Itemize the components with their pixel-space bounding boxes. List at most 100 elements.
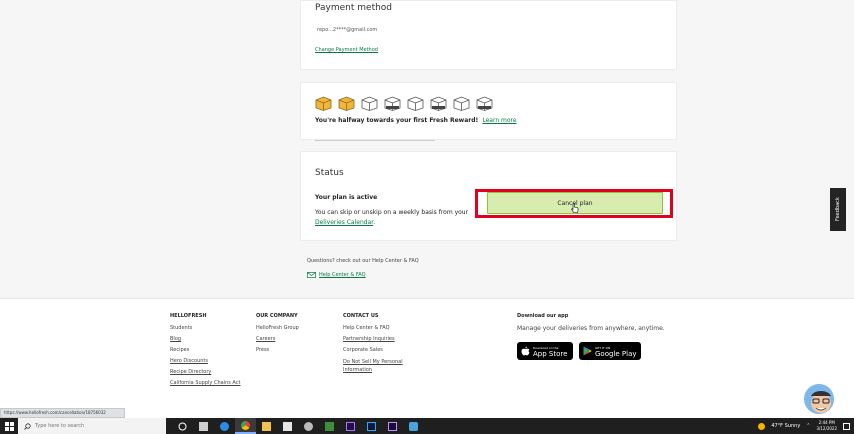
footer-link[interactable]: Corporate Sales — [343, 347, 413, 353]
taskbar-clock[interactable]: 2:44 PM 3/12/2022 — [816, 420, 837, 432]
plan-description: You can skip or unskip on a weekly basis… — [315, 208, 485, 228]
taskbar-search[interactable] — [18, 418, 166, 434]
taskbar-app[interactable] — [403, 418, 424, 434]
plan-description-end: . — [373, 219, 376, 226]
status-url-bar: https://www.hellofresh.com/cancellation/… — [0, 408, 125, 418]
plan-active-label: Your plan is active — [315, 194, 378, 201]
apple-icon — [521, 346, 530, 356]
green-app-icon — [325, 421, 334, 431]
camera-icon — [409, 421, 418, 431]
footer-link[interactable]: California Supply Chains Act — [170, 380, 240, 386]
avatar — [802, 382, 836, 416]
footer-link[interactable]: Careers — [256, 336, 299, 342]
site-footer: HELLOFRESH Students Blog Recipes Hero Di… — [0, 298, 854, 418]
reward-progress-boxes — [315, 96, 493, 111]
taskbar-app[interactable] — [193, 418, 214, 434]
google-play-icon — [583, 346, 592, 356]
taskbar-app[interactable] — [277, 418, 298, 434]
footer-heading: OUR COMPANY — [256, 313, 298, 319]
reward-progress-message: You're halfway towards your first Fresh … — [315, 117, 517, 124]
windows-logo-icon — [4, 421, 14, 431]
footer-link[interactable]: Help Center & FAQ — [343, 325, 413, 331]
taskbar-app[interactable] — [298, 418, 319, 434]
footer-column-company: OUR COMPANY HelloFresh Group Careers Pre… — [256, 313, 299, 358]
edge-icon — [220, 421, 229, 431]
footer-link[interactable]: Partnership Inquiries — [343, 336, 413, 342]
rewards-card: You're halfway towards your first Fresh … — [300, 82, 677, 141]
clock-date: 3/12/2022 — [816, 426, 837, 431]
task-view-button[interactable] — [172, 418, 193, 434]
windows-taskbar: 47°F Sunny ⌃ 2:44 PM 3/12/2022 — [0, 418, 854, 434]
after-effects-icon — [388, 421, 397, 431]
footer-link[interactable]: Recipes — [170, 347, 240, 353]
start-button[interactable] — [0, 418, 18, 434]
notification-icon[interactable] — [843, 422, 850, 430]
browser-viewport: Payment method repo...2****@gmail.com Ch… — [0, 0, 854, 418]
plan-description-text: You can skip or unskip on a weekly basis… — [315, 209, 469, 216]
deliveries-calendar-link[interactable]: Deliveries Calendar — [315, 219, 373, 226]
reward-divider — [315, 140, 435, 141]
taskbar-app[interactable] — [382, 418, 403, 434]
box-filled-icon — [315, 96, 332, 111]
box-empty-icon — [361, 96, 378, 111]
footer-heading: CONTACT US — [343, 313, 379, 319]
task-view-icon — [178, 422, 187, 430]
learn-more-link[interactable]: Learn more — [482, 117, 516, 124]
reward-message-text: You're halfway towards your first Fresh … — [315, 117, 479, 124]
change-payment-method-link[interactable]: Change Payment Method — [315, 47, 378, 53]
taskbar-app[interactable] — [319, 418, 340, 434]
mail-icon — [307, 272, 316, 278]
taskbar-app[interactable] — [361, 418, 382, 434]
footer-link[interactable]: Do Not Sell My Personal Information — [343, 358, 413, 374]
box-empty-icon — [407, 96, 424, 111]
premiere-icon — [346, 421, 355, 431]
settings-gear-icon — [304, 421, 313, 431]
taskbar-app[interactable] — [235, 418, 256, 434]
weather-sun-icon — [758, 422, 766, 430]
store-badges: Download on the App Store GET IT ON Goog… — [517, 342, 665, 360]
file-icon — [199, 421, 208, 431]
box-empty-icon — [453, 96, 470, 111]
footer-link[interactable]: HelloFresh Group — [256, 325, 299, 331]
taskbar-app[interactable] — [214, 418, 235, 434]
footer-link[interactable]: Students — [170, 325, 240, 331]
payment-method-card: Payment method repo...2****@gmail.com Ch… — [300, 0, 677, 70]
taskbar-search-input[interactable] — [35, 423, 155, 429]
footer-link[interactable]: Blog — [170, 336, 240, 342]
footer-column-hellofresh: HELLOFRESH Students Blog Recipes Hero Di… — [170, 313, 240, 391]
taskbar-app[interactable] — [256, 418, 277, 434]
footer-column-contact: CONTACT US Help Center & FAQ Partnership… — [343, 313, 413, 379]
taskbar-app[interactable] — [340, 418, 361, 434]
photoshop-icon — [367, 421, 376, 431]
footer-link[interactable]: Hero Discounts — [170, 358, 240, 364]
search-icon — [24, 422, 31, 430]
box-filled-icon — [338, 96, 355, 111]
footer-heading: HELLOFRESH — [170, 313, 207, 319]
chrome-icon — [241, 420, 250, 430]
google-play-text: GET IT ON Google Play — [595, 345, 637, 358]
tray-chevron-icon[interactable]: ⌃ — [806, 423, 810, 429]
google-play-big: Google Play — [595, 350, 637, 358]
help-center-link-text: Help Center & FAQ — [319, 272, 366, 278]
box-reward-icon — [384, 96, 401, 111]
taskbar-apps — [172, 418, 424, 434]
feedback-tab[interactable]: Feedback — [830, 188, 846, 231]
footer-heading: Download our app — [517, 313, 569, 319]
app-store-text: Download on the App Store — [533, 345, 568, 358]
footer-link[interactable]: Recipe Directory — [170, 369, 240, 375]
google-play-badge[interactable]: GET IT ON Google Play — [579, 342, 641, 360]
weather-text[interactable]: 47°F Sunny — [771, 423, 800, 429]
app-store-badge[interactable]: Download on the App Store — [517, 342, 573, 360]
footer-link[interactable]: Press — [256, 347, 299, 353]
app-description: Manage your deliveries from anywhere, an… — [517, 325, 665, 332]
payment-email: repo...2****@gmail.com — [317, 27, 378, 33]
footer-column-app: Download our app Manage your deliveries … — [517, 313, 665, 360]
store-icon — [283, 421, 292, 431]
help-question: Questions? check out our Help Center & F… — [307, 258, 419, 264]
box-reward-icon — [430, 96, 447, 111]
help-center-link[interactable]: Help Center & FAQ — [307, 272, 366, 278]
hand-cursor-icon — [571, 203, 579, 213]
app-store-big: App Store — [533, 350, 568, 358]
box-reward-icon — [476, 96, 493, 111]
status-title: Status — [315, 168, 344, 178]
